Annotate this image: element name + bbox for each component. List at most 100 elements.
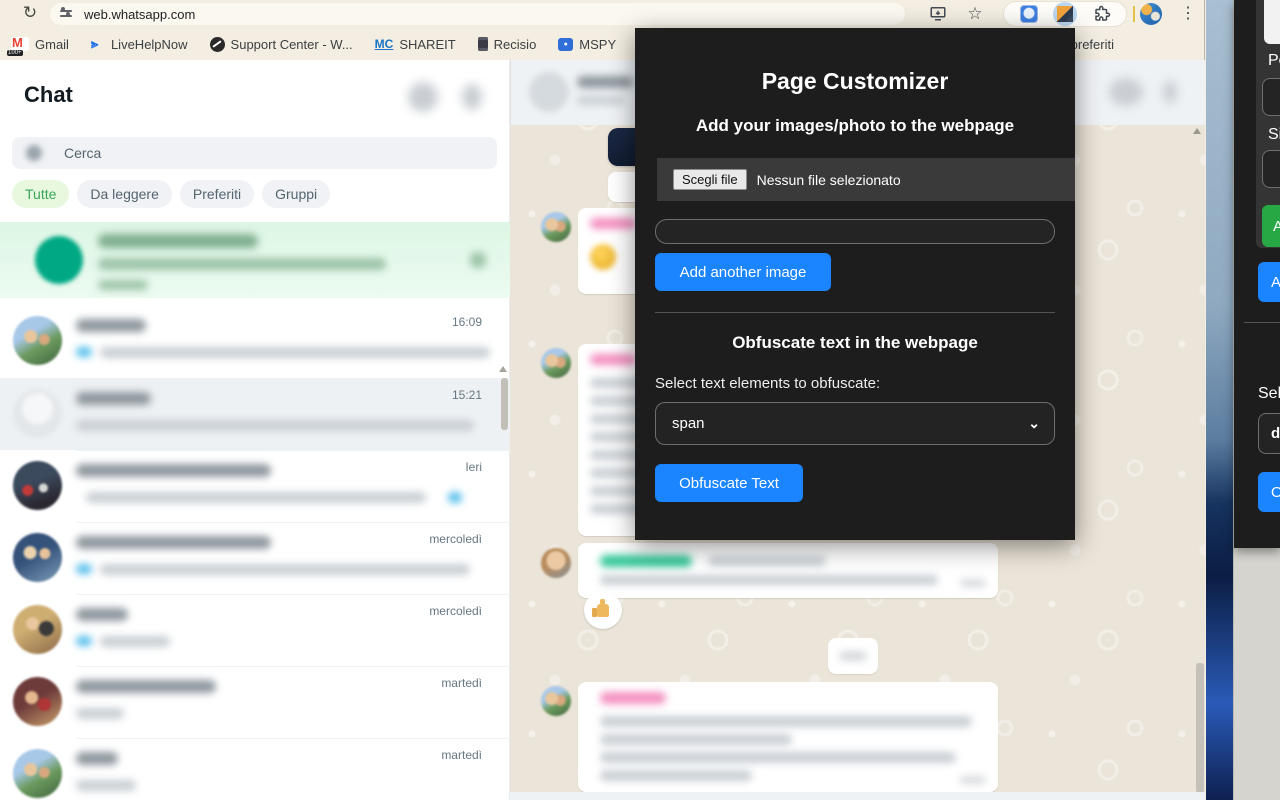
sender-avatar bbox=[541, 348, 571, 378]
select-elements-label: Select text elements to obfuscate: bbox=[655, 375, 880, 392]
search-input[interactable]: Cerca bbox=[12, 137, 497, 169]
bookmark-label: Support Center - W... bbox=[231, 37, 353, 52]
chat-menu-icon[interactable] bbox=[1163, 80, 1177, 104]
redacted-text bbox=[76, 392, 151, 405]
search-placeholder: Cerca bbox=[64, 145, 101, 161]
contact-avatar[interactable] bbox=[529, 72, 569, 112]
redacted-sender-name bbox=[590, 218, 636, 229]
chat-time: martedì bbox=[441, 676, 482, 690]
chevron-down-icon: ⌄ bbox=[1028, 415, 1040, 432]
read-ticks-icon bbox=[76, 636, 92, 646]
install-app-icon[interactable] bbox=[928, 4, 948, 24]
redacted-sender-name bbox=[600, 692, 666, 704]
chat-scrollbar[interactable] bbox=[1196, 663, 1204, 793]
page-customizer-popup: Page Customizer Add your images/photo to… bbox=[635, 28, 1075, 540]
obfuscate-text-button[interactable]: Obfuscate Text bbox=[655, 464, 803, 502]
redacted-sender-name bbox=[590, 354, 636, 365]
sidebar-scrollbar[interactable] bbox=[501, 378, 508, 430]
bookmark-label: Recisio bbox=[494, 37, 537, 52]
position-input[interactable] bbox=[1262, 78, 1280, 116]
url-text[interactable]: web.whatsapp.com bbox=[84, 7, 195, 22]
image-url-input[interactable] bbox=[655, 219, 1055, 244]
apply-button[interactable]: A bbox=[1262, 205, 1280, 247]
redacted-badge bbox=[448, 492, 462, 503]
bookmark-shareit[interactable]: MC SHAREIT bbox=[375, 37, 456, 52]
extensions-puzzle-icon[interactable] bbox=[1093, 5, 1111, 23]
redacted-text bbox=[708, 556, 826, 566]
redacted-text bbox=[76, 680, 216, 693]
filter-da-leggere[interactable]: Da leggere bbox=[77, 180, 172, 208]
sender-avatar bbox=[541, 212, 571, 242]
advertise-banner[interactable] bbox=[0, 222, 510, 298]
obfuscate-text-button[interactable]: O bbox=[1258, 472, 1280, 512]
section-divider bbox=[655, 312, 1055, 313]
avatar bbox=[13, 533, 62, 582]
chat-list-item[interactable]: martedì bbox=[0, 738, 510, 800]
chat-filters: Tutte Da leggere Preferiti Gruppi bbox=[12, 180, 330, 208]
add-another-image-button[interactable]: Add another image bbox=[655, 253, 831, 291]
chat-scroll-up-arrow[interactable] bbox=[1193, 128, 1201, 134]
message-bubble[interactable] bbox=[578, 543, 998, 598]
chat-list-item[interactable]: 15:21 bbox=[0, 378, 510, 450]
site-settings-icon[interactable] bbox=[60, 7, 74, 21]
message-bubble[interactable] bbox=[578, 682, 998, 792]
avatar bbox=[13, 749, 62, 798]
redacted-text bbox=[98, 234, 258, 248]
thumbs-up-reaction[interactable] bbox=[584, 591, 622, 629]
bookmark-mspy[interactable]: ● MSPY bbox=[558, 37, 616, 52]
mspy-icon: ● bbox=[558, 38, 573, 51]
chat-list: 16:09 15:21 I bbox=[0, 305, 510, 800]
gmail-unread-badge: 100+ bbox=[7, 50, 23, 56]
popup-title: Page Customizer bbox=[635, 68, 1075, 95]
filter-gruppi[interactable]: Gruppi bbox=[262, 180, 330, 208]
profile-avatar[interactable] bbox=[1140, 3, 1162, 25]
emoji bbox=[590, 244, 616, 270]
bookmark-gmail[interactable]: 100+ Gmail bbox=[11, 37, 69, 52]
redacted-text bbox=[98, 280, 148, 290]
address-bar[interactable]: web.whatsapp.com bbox=[50, 3, 905, 25]
page-title: Chat bbox=[24, 82, 73, 108]
size-label: Si bbox=[1268, 126, 1280, 144]
search-in-chat-icon[interactable] bbox=[1109, 78, 1143, 106]
choose-file-button[interactable]: Scegli file bbox=[673, 169, 747, 190]
avatar bbox=[13, 316, 62, 365]
chrome-menu-icon[interactable]: ⋮ bbox=[1180, 2, 1196, 26]
filter-preferiti[interactable]: Preferiti bbox=[180, 180, 254, 208]
support-center-icon bbox=[210, 37, 225, 52]
menu-icon[interactable] bbox=[462, 84, 482, 110]
redacted-text bbox=[76, 608, 128, 621]
chat-list-item[interactable]: mercoledì bbox=[0, 522, 510, 594]
choose-file-button[interactable] bbox=[1264, 0, 1280, 44]
extension-icon-clock[interactable] bbox=[1020, 5, 1038, 23]
compose-bar-edge bbox=[510, 792, 1205, 800]
pinned-extensions bbox=[1003, 1, 1127, 27]
bookmark-recisio[interactable]: Recisio bbox=[478, 37, 537, 52]
redacted-text bbox=[577, 76, 633, 88]
bookmark-support-center[interactable]: Support Center - W... bbox=[210, 37, 353, 52]
bookmark-label: MSPY bbox=[579, 37, 616, 52]
sidebar-scroll-up-arrow[interactable] bbox=[499, 366, 507, 372]
add-another-image-button[interactable]: A bbox=[1258, 262, 1280, 302]
obfuscate-heading: Obfuscate text in the webpage bbox=[635, 333, 1075, 353]
avatar bbox=[13, 389, 62, 438]
avatar bbox=[13, 605, 62, 654]
redacted-text bbox=[600, 752, 956, 763]
reload-icon[interactable]: ↻ bbox=[20, 3, 40, 23]
chat-list-item[interactable]: Ieri bbox=[0, 450, 510, 522]
redacted-time bbox=[960, 579, 986, 587]
bookmark-star-icon[interactable]: ☆ bbox=[965, 4, 985, 24]
redacted-text bbox=[76, 536, 271, 549]
obfuscate-target-select[interactable]: d bbox=[1258, 413, 1280, 454]
chat-list-item[interactable]: martedì bbox=[0, 666, 510, 738]
file-input[interactable]: Scegli file Nessun file selezionato bbox=[657, 158, 1075, 201]
obfuscate-target-select[interactable]: span ⌄ bbox=[655, 402, 1055, 445]
bookmark-livehelpnow[interactable]: ⪢ LiveHelpNow bbox=[91, 37, 188, 52]
desktop-wallpaper bbox=[1206, 0, 1233, 800]
new-chat-icon[interactable] bbox=[408, 82, 438, 112]
shareit-icon: MC bbox=[375, 37, 394, 51]
chat-list-item[interactable]: 16:09 bbox=[0, 305, 510, 377]
size-input[interactable] bbox=[1262, 150, 1280, 188]
filter-tutte[interactable]: Tutte bbox=[12, 180, 69, 208]
chat-list-item[interactable]: mercoledì bbox=[0, 594, 510, 666]
extension-icon-page-customizer[interactable] bbox=[1053, 2, 1077, 26]
